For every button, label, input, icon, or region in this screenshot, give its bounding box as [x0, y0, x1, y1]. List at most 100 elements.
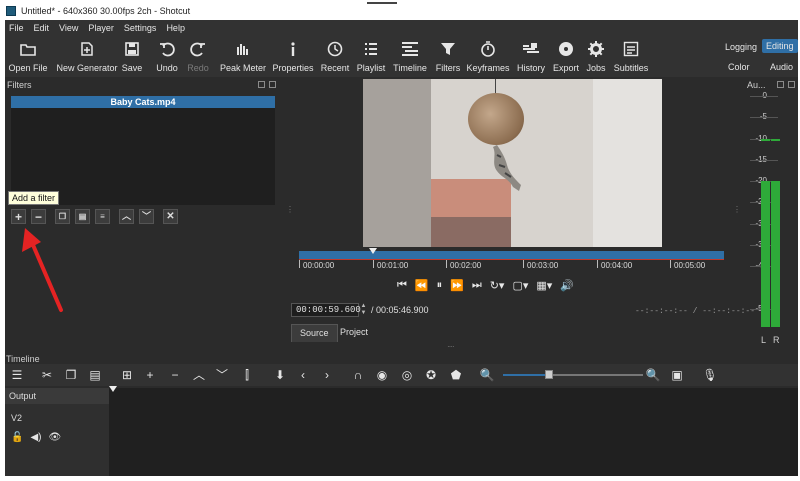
- meter-tick: [750, 117, 778, 119]
- output-track-label[interactable]: Output: [5, 388, 109, 404]
- eye-icon[interactable]: 👁: [48, 432, 61, 443]
- subtitles-button[interactable]: Subtitles: [601, 39, 661, 73]
- layout-logging-button[interactable]: Logging: [721, 40, 761, 54]
- track-controls: 🔓 ◀) 👁: [11, 432, 61, 443]
- skip-next-icon[interactable]: ⏭: [472, 279, 482, 292]
- cat-figure: [493, 145, 521, 191]
- rewind-icon[interactable]: ⏪: [415, 279, 429, 292]
- skip-previous-icon[interactable]: ⏮: [397, 279, 407, 292]
- copy-icon[interactable]: ❐: [63, 367, 79, 383]
- remove-filter-button[interactable]: −: [31, 209, 46, 224]
- zoom-in-icon[interactable]: 🔍: [645, 367, 661, 383]
- ripple-all-icon[interactable]: ✪: [423, 367, 439, 383]
- chevron-up-icon: ︿: [121, 211, 131, 221]
- tab-source[interactable]: Source: [291, 324, 338, 342]
- zoom-fit-icon[interactable]: ▣: [669, 367, 685, 383]
- split-icon[interactable]: ⫿: [239, 367, 255, 383]
- menu-file[interactable]: File: [5, 23, 29, 33]
- ripple-icon[interactable]: ◎: [399, 367, 415, 383]
- ruler-label: 00:00:00: [303, 261, 335, 270]
- scissors-icon[interactable]: ✂: [39, 367, 55, 383]
- close-icon[interactable]: [269, 81, 276, 88]
- layout-color-button[interactable]: Color: [724, 60, 754, 74]
- lamp-shade: [468, 93, 524, 145]
- grid-icon[interactable]: ▦▾: [536, 279, 552, 292]
- horizontal-splitter[interactable]: ····: [447, 342, 455, 351]
- minus-icon[interactable]: −: [167, 367, 183, 383]
- video-preview[interactable]: [363, 79, 662, 247]
- lift-icon[interactable]: ︿: [191, 367, 207, 383]
- vertical-splitter[interactable]: ⋮: [733, 205, 741, 214]
- layout-editing-button[interactable]: Editing: [762, 39, 798, 53]
- zoom-out-icon[interactable]: 🔍: [479, 367, 495, 383]
- audio-meter-title: Au...: [747, 80, 766, 90]
- previous-marker-icon[interactable]: ‹: [295, 367, 311, 383]
- current-time-field[interactable]: 00:00:59.600: [291, 303, 361, 317]
- layout-audio-button[interactable]: Audio: [766, 60, 797, 74]
- plus-icon[interactable]: +: [142, 367, 158, 383]
- timeline-playhead-icon[interactable]: [109, 386, 117, 392]
- zoom-fit-icon[interactable]: ▢▾: [512, 279, 528, 292]
- list-icon: [360, 39, 382, 59]
- mute-icon[interactable]: ◀): [30, 432, 41, 443]
- menu-help[interactable]: Help: [161, 23, 190, 33]
- marker-icon[interactable]: ⬇: [272, 367, 288, 383]
- menu-icon[interactable]: ☰: [9, 367, 25, 383]
- minus-icon: −: [34, 209, 42, 224]
- scrub-icon[interactable]: ◉: [374, 367, 390, 383]
- tab-project[interactable]: Project: [332, 324, 376, 342]
- loop-icon[interactable]: ↻▾: [490, 279, 505, 292]
- copy-filters-button[interactable]: ❐: [55, 209, 70, 224]
- time-spinner[interactable]: ▲ ▼: [360, 303, 367, 317]
- vertical-splitter[interactable]: ⋮: [286, 205, 294, 214]
- scrubber-bar[interactable]: [299, 251, 724, 259]
- timeline-zoom-slider[interactable]: [503, 374, 643, 376]
- next-marker-icon[interactable]: ›: [319, 367, 335, 383]
- menu-player[interactable]: Player: [83, 23, 119, 33]
- main-toolbar: Open File New Generator Save Undo Redo P…: [5, 35, 798, 77]
- volume-icon[interactable]: 🔊: [560, 279, 574, 292]
- add-filter-button[interactable]: +: [11, 209, 26, 224]
- peak-meter-icon: [232, 39, 254, 59]
- float-icon[interactable]: [258, 81, 265, 88]
- close-icon[interactable]: [788, 81, 795, 88]
- append-icon[interactable]: ⊞: [119, 367, 135, 383]
- filters-dock-buttons[interactable]: [258, 81, 276, 88]
- window-drag-handle[interactable]: [367, 2, 397, 4]
- meter-tick: [750, 96, 778, 97]
- filters-panel-title: Filters: [7, 80, 32, 90]
- database-icon: ≡: [100, 211, 105, 221]
- scrubber[interactable]: 00:00:00 00:01:00 00:02:00 00:03:00 00:0…: [295, 248, 726, 272]
- folder-icon: [17, 39, 39, 59]
- open-file-button[interactable]: Open File: [5, 39, 58, 73]
- zoom-slider-handle[interactable]: [545, 370, 553, 379]
- save-preset-button[interactable]: ≡: [95, 209, 110, 224]
- microphone-icon[interactable]: 🎙: [702, 367, 718, 383]
- audio-dock-buttons[interactable]: [777, 81, 795, 88]
- fast-forward-icon[interactable]: ⏩: [450, 279, 464, 292]
- track-name[interactable]: V2: [11, 413, 22, 423]
- ripple-markers-icon[interactable]: ⬟: [448, 367, 464, 383]
- lock-icon[interactable]: 🔓: [11, 432, 23, 443]
- meter-level-bar: [771, 181, 780, 327]
- timeline-toolbar: ☰ ✂ ❐ ▤ ⊞ + − ︿ ﹀ ⫿ ⬇ ‹ › ∩ ◉ ◎ ✪ ⬟ 🔍 🔍 …: [5, 364, 798, 386]
- paste-icon[interactable]: ▤: [87, 367, 103, 383]
- spin-down-icon[interactable]: ▼: [360, 310, 367, 317]
- float-icon[interactable]: [777, 81, 784, 88]
- spin-up-icon[interactable]: ▲: [360, 303, 367, 310]
- menu-edit[interactable]: Edit: [29, 23, 55, 33]
- timeline-tracks-area[interactable]: [109, 388, 798, 476]
- playhead-icon[interactable]: [369, 248, 377, 254]
- move-filter-down-button[interactable]: ﹀: [139, 209, 154, 224]
- meter-channel-left: L: [761, 335, 767, 345]
- menu-settings[interactable]: Settings: [119, 23, 162, 33]
- deselect-filter-button[interactable]: ✕: [163, 209, 178, 224]
- overwrite-icon[interactable]: ﹀: [214, 367, 230, 383]
- paste-filters-button[interactable]: ▤: [75, 209, 90, 224]
- snap-icon[interactable]: ∩: [350, 367, 366, 383]
- app-icon: [6, 6, 16, 16]
- pause-icon[interactable]: ⏸: [437, 279, 443, 292]
- menu-view[interactable]: View: [54, 23, 83, 33]
- move-filter-up-button[interactable]: ︿: [119, 209, 134, 224]
- funnel-icon: [437, 39, 459, 59]
